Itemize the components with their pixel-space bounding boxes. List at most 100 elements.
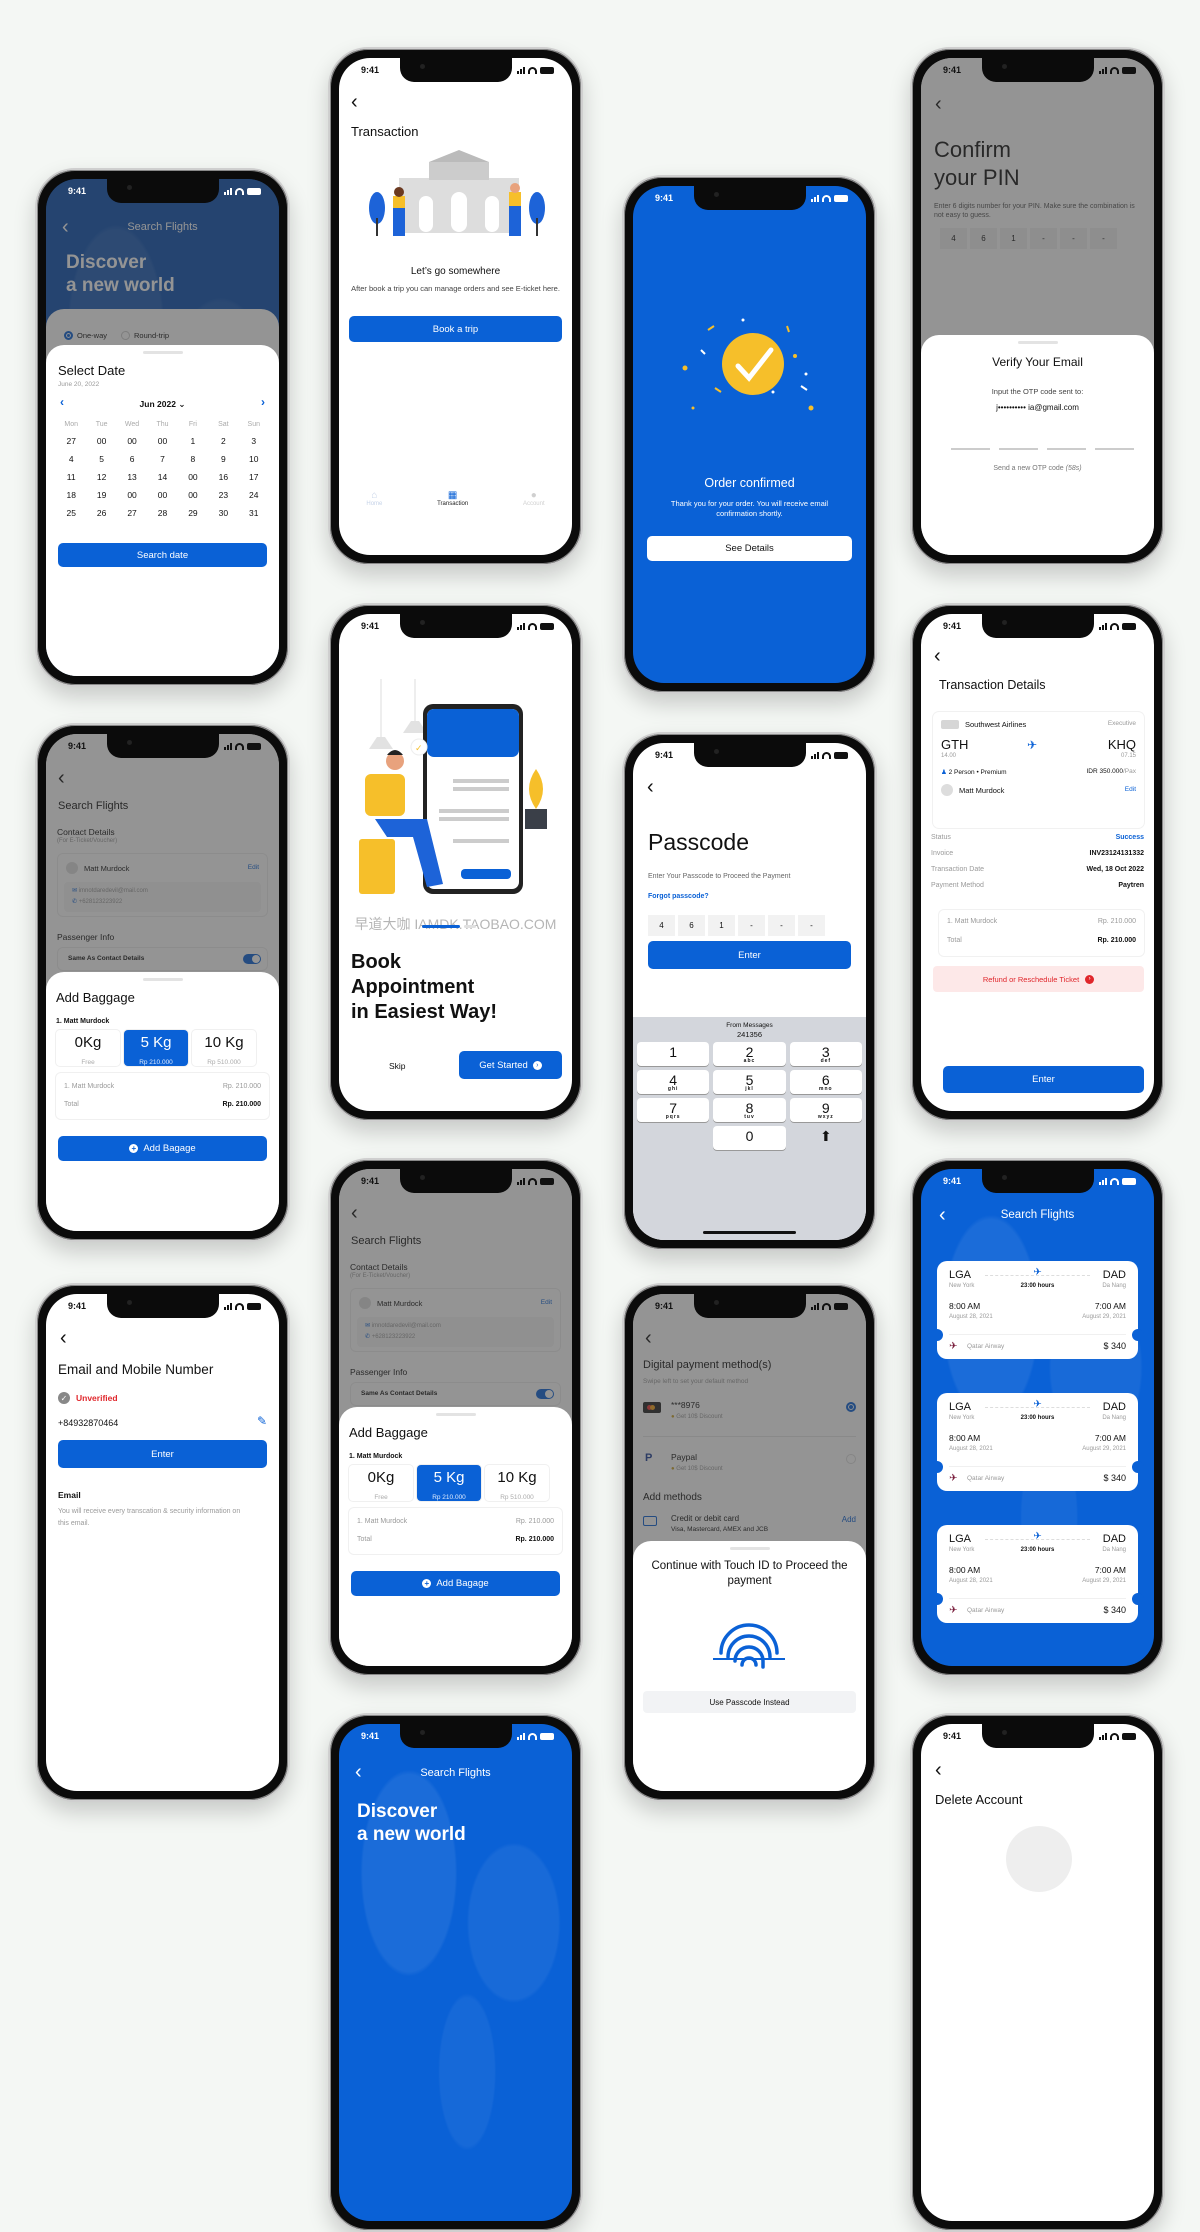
month-picker[interactable]: Jun 2022 ⌄ <box>46 399 279 410</box>
skip-button[interactable]: Skip <box>389 1061 406 1071</box>
tab-home[interactable]: ⌂ Home <box>366 490 382 507</box>
keypad-key[interactable]: 9 wxyz <box>789 1098 862 1122</box>
back-icon[interactable]: ‹ <box>934 646 941 666</box>
calendar-day[interactable]: 10 <box>239 454 269 464</box>
tab-account[interactable]: ● Account <box>523 490 545 507</box>
pin-digit[interactable]: 6 <box>678 915 705 936</box>
calendar-day[interactable]: 31 <box>239 508 269 518</box>
resend-otp-link[interactable]: Send a new OTP code (58s) <box>921 465 1154 472</box>
keypad-key[interactable]: 7 pqrs <box>637 1098 710 1122</box>
calendar-day[interactable]: 4 <box>56 454 86 464</box>
flight-ticket-card[interactable]: LGA New York ✈ 23:00 hours DAD Da Nang 8… <box>931 1393 1144 1491</box>
calendar-day[interactable]: 13 <box>117 472 147 482</box>
baggage-option[interactable]: 10 Kg Rp 510.000 <box>192 1030 256 1066</box>
baggage-option[interactable]: 5 Kg Rp 210.000 <box>124 1030 188 1066</box>
sheet-handle[interactable] <box>142 351 183 354</box>
pin-digit[interactable]: - <box>738 915 765 936</box>
calendar-day[interactable]: 3 <box>239 436 269 446</box>
keypad-key[interactable]: 2 abc <box>713 1042 786 1066</box>
calendar-day[interactable]: 2 <box>208 436 238 446</box>
calendar-day[interactable]: 00 <box>178 472 208 482</box>
see-details-button[interactable]: See Details <box>647 536 852 561</box>
calendar-day[interactable]: 16 <box>208 472 238 482</box>
baggage-option[interactable]: 0Kg Free <box>349 1465 413 1501</box>
pin-digit[interactable]: 4 <box>648 915 675 936</box>
fingerprint-icon[interactable] <box>711 1613 787 1673</box>
sheet-handle[interactable] <box>1017 341 1058 344</box>
otp-input[interactable] <box>951 448 1134 450</box>
back-icon[interactable]: ‹ <box>60 1328 67 1348</box>
calendar-day[interactable]: 17 <box>239 472 269 482</box>
sheet-handle[interactable] <box>435 1413 476 1416</box>
autofill-suggestion[interactable]: From Messages 241356 <box>633 1017 866 1039</box>
otp-slot[interactable] <box>951 448 990 450</box>
calendar-day[interactable]: 00 <box>117 436 147 446</box>
refund-reschedule-button[interactable]: Refund or Reschedule Ticket › <box>933 966 1144 992</box>
calendar-day[interactable]: 11 <box>56 472 86 482</box>
calendar-day[interactable]: 25 <box>56 508 86 518</box>
back-icon[interactable]: ‹ <box>647 777 654 797</box>
otp-slot[interactable] <box>1047 448 1086 450</box>
keypad-key[interactable]: 1 <box>637 1042 710 1066</box>
add-baggage-button[interactable]: + Add Bagage <box>351 1571 560 1596</box>
calendar-day[interactable]: 23 <box>208 490 238 500</box>
back-icon[interactable]: ‹ <box>351 92 358 112</box>
otp-slot[interactable] <box>999 448 1038 450</box>
passcode-input[interactable]: 461--- <box>648 915 825 936</box>
calendar-day[interactable]: 00 <box>117 490 147 500</box>
calendar-day[interactable]: 14 <box>147 472 177 482</box>
pin-digit[interactable]: - <box>798 915 825 936</box>
search-date-button[interactable]: Search date <box>58 543 267 567</box>
calendar-day[interactable]: 5 <box>86 454 116 464</box>
calendar-day[interactable]: 27 <box>56 436 86 446</box>
keypad-key[interactable]: 0 <box>713 1126 786 1150</box>
calendar-day[interactable]: 00 <box>86 436 116 446</box>
sheet-handle[interactable] <box>729 1547 770 1550</box>
baggage-option[interactable]: 0Kg Free <box>56 1030 120 1066</box>
keypad-key[interactable]: 4 ghi <box>637 1070 710 1094</box>
calendar-day[interactable]: 19 <box>86 490 116 500</box>
keypad-key[interactable]: 5 jkl <box>713 1070 786 1094</box>
baggage-option[interactable]: 5 Kg Rp 210.000 <box>417 1465 481 1501</box>
book-trip-button[interactable]: Book a trip <box>349 316 562 342</box>
back-icon[interactable]: ‹ <box>935 1760 942 1780</box>
calendar-day[interactable]: 30 <box>208 508 238 518</box>
edit-link[interactable]: Edit <box>1125 786 1136 793</box>
enter-button[interactable]: Enter <box>648 941 851 969</box>
calendar-day[interactable]: 7 <box>147 454 177 464</box>
get-started-button[interactable]: Get Started › <box>459 1051 562 1079</box>
keypad-key[interactable]: 6 mno <box>789 1070 862 1094</box>
baggage-option[interactable]: 10 Kg Rp 510.000 <box>485 1465 549 1501</box>
edit-icon[interactable]: ✎ <box>257 1414 267 1428</box>
calendar-day[interactable]: 28 <box>147 508 177 518</box>
otp-slot[interactable] <box>1095 448 1134 450</box>
calendar-day[interactable]: 18 <box>56 490 86 500</box>
pin-digit[interactable]: 1 <box>708 915 735 936</box>
calendar-day[interactable]: 26 <box>86 508 116 518</box>
calendar-day[interactable]: 12 <box>86 472 116 482</box>
use-passcode-button[interactable]: Use Passcode Instead <box>643 1691 856 1713</box>
calendar-day[interactable]: 00 <box>178 490 208 500</box>
flight-ticket-card[interactable]: LGA New York ✈ 23:00 hours DAD Da Nang 8… <box>931 1525 1144 1623</box>
calendar-day[interactable]: 00 <box>147 490 177 500</box>
calendar-day[interactable]: 27 <box>117 508 147 518</box>
calendar-day[interactable]: 24 <box>239 490 269 500</box>
next-month-icon[interactable]: › <box>261 395 265 409</box>
add-baggage-button[interactable]: + Add Bagage <box>58 1136 267 1161</box>
pin-digit[interactable]: - <box>768 915 795 936</box>
tab-transaction[interactable]: ▦ Transaction <box>437 490 468 507</box>
calendar-day[interactable]: 9 <box>208 454 238 464</box>
calendar-day[interactable]: 00 <box>147 436 177 446</box>
flight-ticket-card[interactable]: LGA New York ✈ 23:00 hours DAD Da Nang 8… <box>931 1261 1144 1359</box>
calendar-day[interactable]: 1 <box>178 436 208 446</box>
backspace-key[interactable]: ⬆ <box>790 1126 862 1150</box>
calendar-day[interactable]: 6 <box>117 454 147 464</box>
keypad-key[interactable]: 8 tuv <box>713 1098 786 1122</box>
keypad-key[interactable]: 3 def <box>789 1042 862 1066</box>
enter-button[interactable]: Enter <box>943 1066 1144 1093</box>
enter-button[interactable]: Enter <box>58 1440 267 1468</box>
forgot-passcode-link[interactable]: Forgot passcode? <box>648 893 709 900</box>
sheet-handle[interactable] <box>142 978 183 981</box>
calendar-day[interactable]: 8 <box>178 454 208 464</box>
calendar-day[interactable]: 29 <box>178 508 208 518</box>
